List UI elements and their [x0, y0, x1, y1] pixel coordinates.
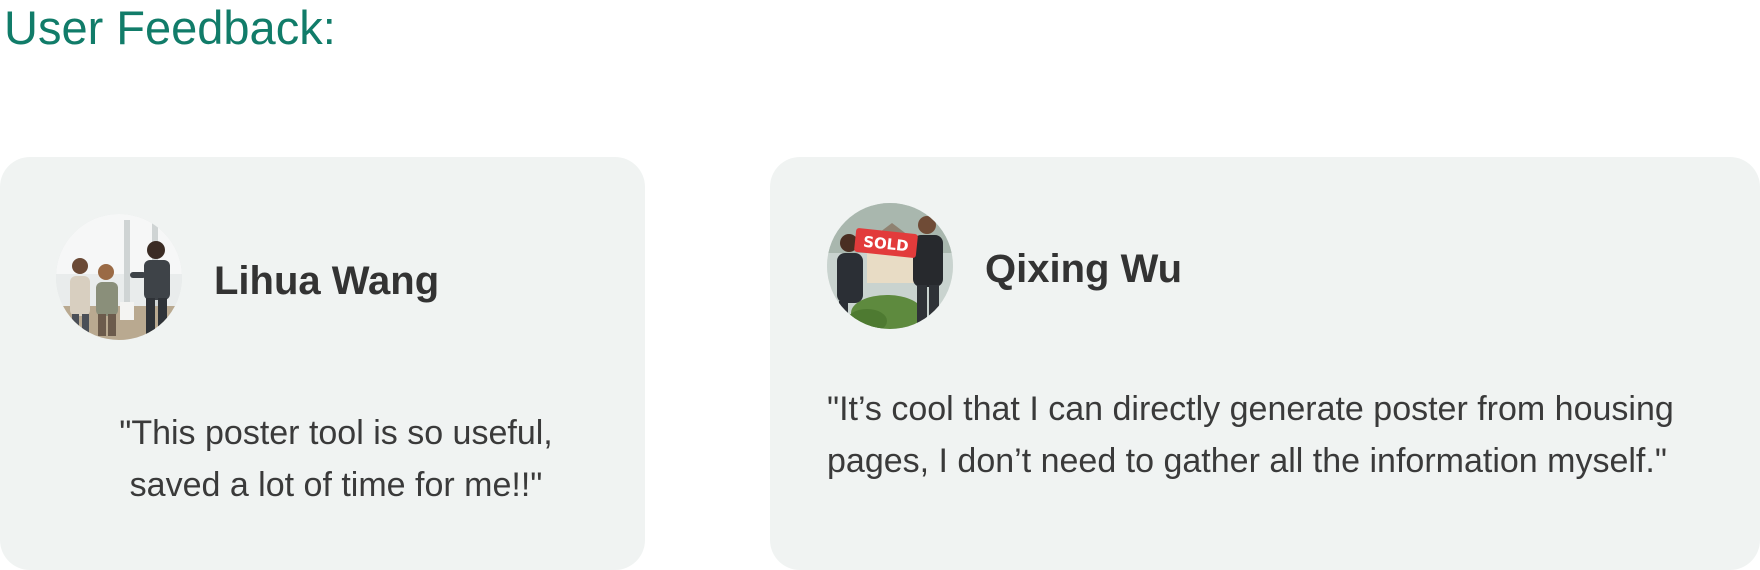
testimonial-card: SOLD Qixing Wu "It’s cool that I can dir… — [770, 157, 1760, 570]
page-title: User Feedback: — [4, 1, 336, 54]
user-name: Lihua Wang — [214, 259, 440, 303]
avatar-photo-icon: SOLD — [827, 203, 953, 329]
avatar — [56, 214, 182, 340]
testimonial-card: Lihua Wang "This poster tool is so usefu… — [0, 157, 645, 570]
avatar-photo-icon — [56, 214, 182, 340]
avatar: SOLD — [827, 203, 953, 329]
user-name: Qixing Wu — [985, 247, 1183, 291]
testimonial-quote: "It’s cool that I can directly generate … — [827, 390, 1674, 480]
testimonial-quote: "This poster tool is so useful, saved a … — [119, 414, 553, 504]
